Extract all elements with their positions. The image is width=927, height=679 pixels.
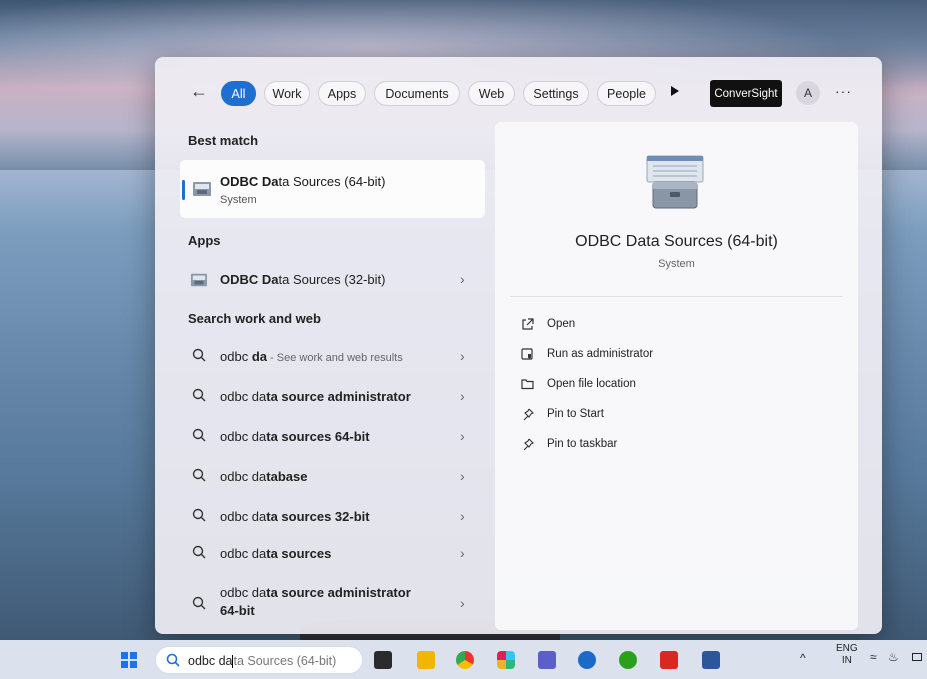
selection-accent bbox=[182, 180, 185, 200]
suggestion-label-line2: 64-bit bbox=[220, 603, 255, 618]
chevron-right-icon[interactable]: › bbox=[460, 595, 465, 611]
more-options-icon[interactable]: ··· bbox=[835, 83, 852, 99]
search-icon bbox=[192, 348, 206, 362]
folder-icon bbox=[520, 377, 534, 391]
app-result-odbc-32[interactable]: ODBC Data Sources (32-bit) › bbox=[180, 261, 485, 297]
chrome-icon[interactable] bbox=[456, 651, 474, 669]
more-filters-play-icon[interactable] bbox=[671, 86, 679, 96]
suggestion-label: odbc data sources 32-bit bbox=[220, 509, 370, 524]
quickbooks-icon[interactable] bbox=[619, 651, 637, 669]
filter-bar: ← All Work Apps Documents Web Settings P… bbox=[155, 77, 882, 109]
outlook-icon[interactable] bbox=[578, 651, 596, 669]
start-search-panel: ← All Work Apps Documents Web Settings P… bbox=[155, 57, 882, 634]
best-match-name: ODBC Data Sources (64-bit) bbox=[220, 174, 386, 189]
taskbar: odbc data Sources (64-bit) ^ ENG IN ≈ ♨ bbox=[0, 640, 927, 679]
search-icon bbox=[166, 653, 180, 667]
slack-icon[interactable] bbox=[497, 651, 515, 669]
chevron-right-icon[interactable]: › bbox=[460, 388, 465, 404]
preview-pane: ODBC Data Sources (64-bit) System Open R… bbox=[495, 122, 858, 630]
web-suggestion[interactable]: odbc data source administrator › bbox=[180, 378, 485, 414]
web-suggestion[interactable]: odbc da - See work and web results › bbox=[180, 338, 485, 374]
volume-icon[interactable]: ♨ bbox=[888, 650, 899, 664]
search-icon bbox=[192, 388, 206, 402]
suggestion-label: odbc data sources bbox=[220, 546, 332, 561]
chevron-right-icon[interactable]: › bbox=[460, 468, 465, 484]
back-arrow-icon[interactable]: ← bbox=[190, 81, 208, 102]
search-icon bbox=[192, 596, 206, 610]
battery-icon[interactable] bbox=[912, 653, 922, 661]
action-open[interactable]: Open bbox=[520, 313, 575, 335]
suggestion-label: odbc data sources 64-bit bbox=[220, 429, 370, 444]
language-indicator[interactable]: ENG IN bbox=[836, 643, 858, 667]
web-suggestion[interactable]: odbc data source administrator 64-bit › bbox=[180, 579, 485, 629]
tab-work[interactable]: Work bbox=[264, 81, 310, 106]
app-result-label: ODBC Data Sources (32-bit) bbox=[220, 272, 386, 287]
odbc-app-icon bbox=[192, 180, 212, 201]
word-icon[interactable] bbox=[702, 651, 720, 669]
divider bbox=[510, 296, 843, 297]
search-work-web-heading: Search work and web bbox=[188, 311, 321, 326]
search-icon bbox=[192, 428, 206, 442]
teams-icon[interactable] bbox=[538, 651, 556, 669]
tab-people[interactable]: People bbox=[597, 81, 656, 106]
best-match-heading: Best match bbox=[188, 133, 259, 148]
pin-icon bbox=[520, 437, 534, 451]
web-suggestion[interactable]: odbc data sources › bbox=[180, 535, 485, 571]
taskbar-search-text: odbc data Sources (64-bit) bbox=[188, 654, 337, 669]
suggestion-label: odbc database bbox=[220, 469, 308, 484]
action-pin-to-taskbar[interactable]: Pin to taskbar bbox=[520, 433, 617, 455]
wifi-icon[interactable]: ≈ bbox=[870, 650, 877, 664]
file-explorer-icon[interactable] bbox=[417, 651, 435, 669]
tab-apps[interactable]: Apps bbox=[318, 81, 366, 106]
web-suggestion[interactable]: odbc data sources 32-bit › bbox=[180, 498, 485, 534]
windows-start-icon[interactable] bbox=[121, 652, 137, 668]
suggestion-label: odbc da - See work and web results bbox=[220, 349, 403, 364]
tab-web[interactable]: Web bbox=[468, 81, 515, 106]
tab-all[interactable]: All bbox=[221, 81, 256, 106]
task-view-icon[interactable] bbox=[374, 651, 392, 669]
action-pin-to-start[interactable]: Pin to Start bbox=[520, 403, 604, 425]
chevron-right-icon[interactable]: › bbox=[460, 348, 465, 364]
tray-chevron-icon[interactable]: ^ bbox=[800, 651, 806, 665]
web-suggestion[interactable]: odbc data sources 64-bit › bbox=[180, 418, 485, 454]
suggestion-label: odbc data source administrator bbox=[220, 389, 411, 404]
shield-run-icon bbox=[520, 347, 534, 361]
action-open-file-location[interactable]: Open file location bbox=[520, 373, 636, 395]
search-icon bbox=[192, 508, 206, 522]
taskbar-search-box[interactable]: odbc data Sources (64-bit) bbox=[155, 646, 363, 674]
search-icon bbox=[192, 545, 206, 559]
best-match-item[interactable]: ODBC Data Sources (64-bit) System bbox=[180, 160, 485, 218]
tab-settings[interactable]: Settings bbox=[523, 81, 589, 106]
apps-heading: Apps bbox=[188, 233, 221, 248]
chevron-right-icon[interactable]: › bbox=[460, 545, 465, 561]
chevron-right-icon[interactable]: › bbox=[460, 428, 465, 444]
conversight-button[interactable]: ConverSight bbox=[710, 80, 782, 107]
suggestion-label: odbc data source administrator bbox=[220, 585, 411, 600]
odbc-app-icon bbox=[190, 272, 208, 291]
preview-subtitle: System bbox=[658, 258, 695, 270]
search-icon bbox=[192, 468, 206, 482]
web-suggestion[interactable]: odbc database › bbox=[180, 458, 485, 494]
pin-icon bbox=[520, 407, 534, 421]
account-avatar[interactable]: A bbox=[796, 81, 820, 105]
tab-documents[interactable]: Documents bbox=[374, 81, 460, 106]
preview-title: ODBC Data Sources (64-bit) bbox=[575, 233, 778, 250]
chevron-right-icon[interactable]: › bbox=[460, 508, 465, 524]
chevron-right-icon[interactable]: › bbox=[460, 271, 465, 287]
action-run-as-admin[interactable]: Run as administrator bbox=[520, 343, 653, 365]
odbc-large-icon bbox=[645, 152, 705, 215]
best-match-subtitle: System bbox=[220, 194, 257, 206]
acrobat-icon[interactable] bbox=[660, 651, 678, 669]
open-external-icon bbox=[520, 317, 534, 331]
